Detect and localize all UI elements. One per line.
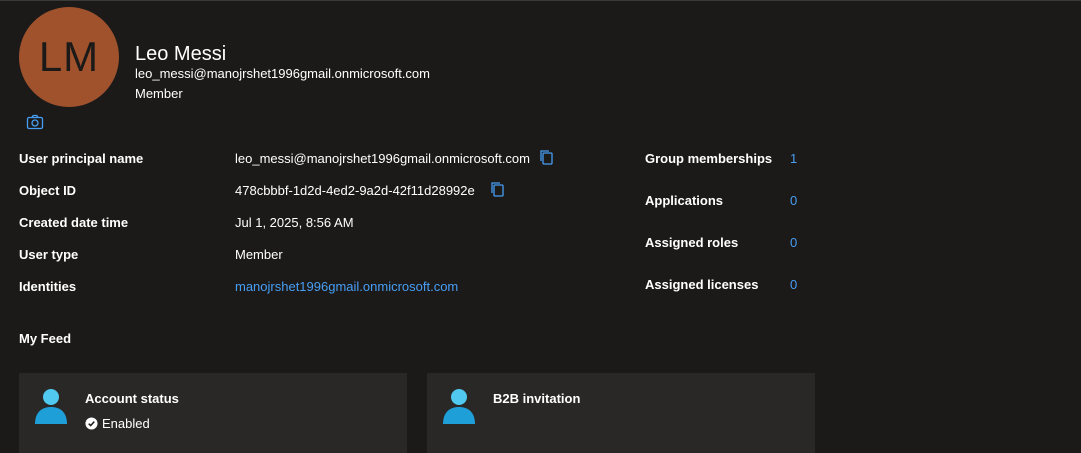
group-memberships-count[interactable]: 1 — [790, 151, 797, 166]
object-id-label: Object ID — [19, 183, 77, 198]
user-type-label: User type — [19, 247, 79, 262]
applications-count[interactable]: 0 — [790, 193, 797, 208]
user-type-value: Member — [235, 247, 283, 262]
avatar-initials: LM — [38, 33, 100, 80]
user-name: Leo Messi — [135, 43, 227, 65]
top-divider — [0, 0, 1081, 1]
assigned-roles-count[interactable]: 0 — [790, 235, 797, 250]
applications-label: Applications — [645, 193, 724, 208]
user-role: Member — [135, 86, 183, 101]
object-id-value: 478cbbbf-1d2d-4ed2-9a2d-42f11d28992e — [235, 183, 475, 198]
feed-title: My Feed — [19, 331, 72, 346]
assigned-licenses-label: Assigned licenses — [645, 277, 759, 292]
person-icon — [35, 389, 67, 424]
upn-value: leo_messi@manojrshet1996gmail.onmicrosof… — [235, 151, 530, 166]
assigned-licenses-count[interactable]: 0 — [790, 277, 797, 292]
b2b-invitation-card[interactable]: B2B invitation — [427, 373, 815, 453]
card-title: B2B invitation — [493, 391, 581, 406]
assigned-roles-label: Assigned roles — [645, 235, 739, 250]
identities-label: Identities — [19, 279, 77, 294]
account-status-value: Enabled — [85, 416, 150, 431]
card-title: Account status — [85, 391, 179, 406]
group-memberships-label: Group memberships — [645, 151, 773, 166]
camera-icon[interactable] — [26, 114, 44, 130]
status-text: Enabled — [102, 416, 150, 431]
identities-link[interactable]: manojrshet1996gmail.onmicrosoft.com — [235, 279, 458, 294]
created-date-value: Jul 1, 2025, 8:56 AM — [235, 215, 354, 230]
avatar: LM — [19, 7, 119, 107]
copy-icon[interactable] — [489, 181, 505, 197]
user-email: leo_messi@manojrshet1996gmail.onmicrosof… — [135, 66, 430, 81]
check-circle-icon — [85, 417, 98, 430]
created-date-label: Created date time — [19, 215, 129, 230]
person-icon — [443, 389, 475, 424]
copy-icon[interactable] — [538, 149, 554, 165]
upn-label: User principal name — [19, 151, 144, 166]
account-status-card[interactable]: Account status Enabled — [19, 373, 407, 453]
